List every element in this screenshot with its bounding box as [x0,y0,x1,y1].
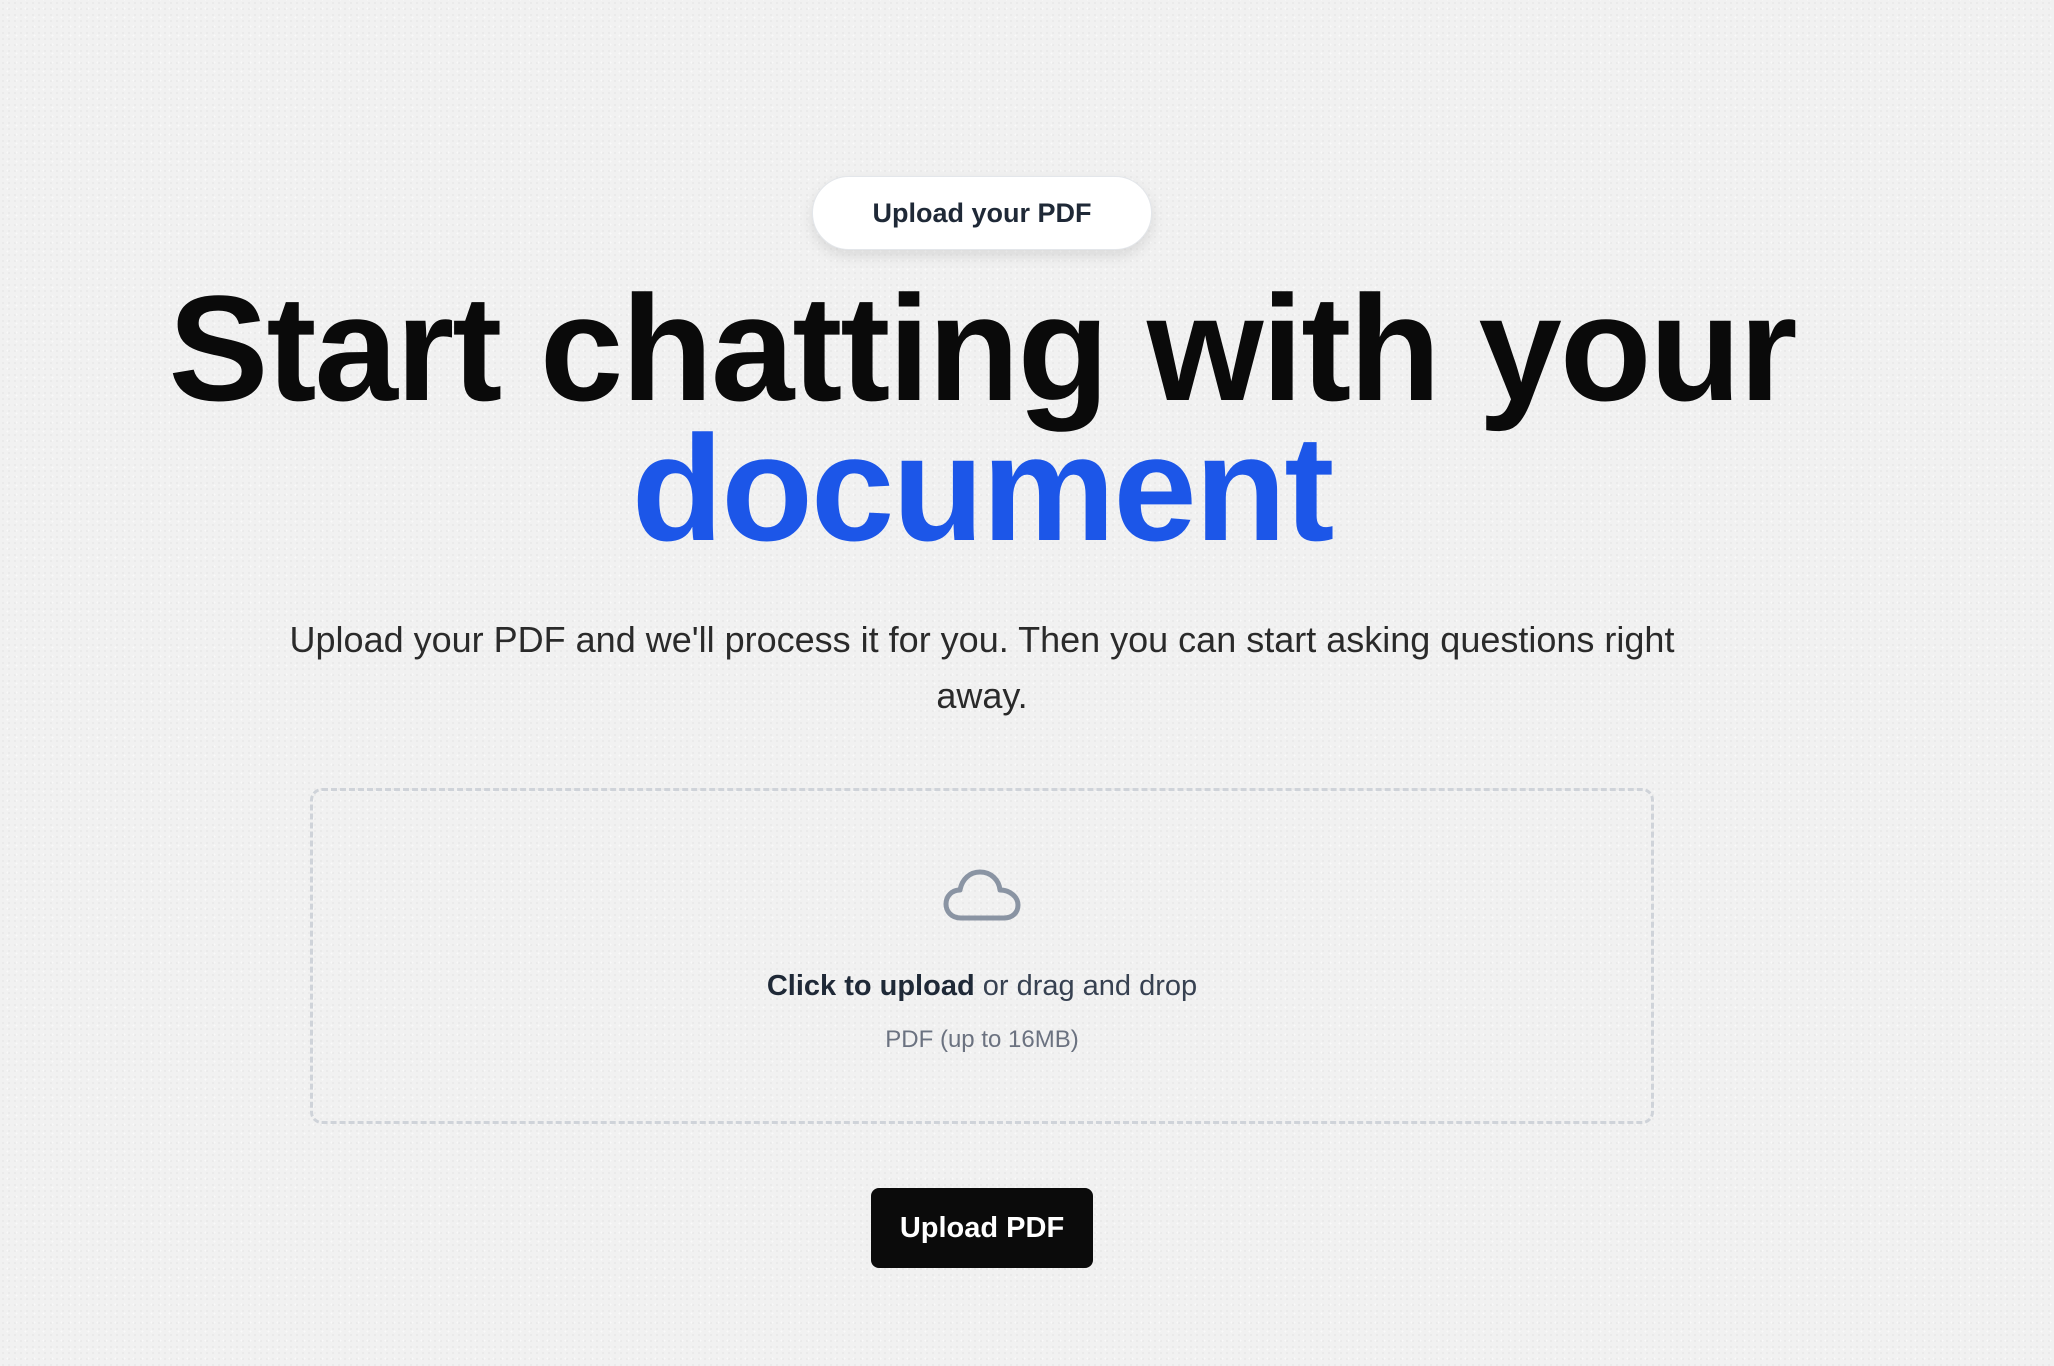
badge-label: Upload your PDF [872,197,1092,228]
upload-pdf-button[interactable]: Upload PDF [871,1188,1093,1268]
drag-drop-text: or drag and drop [974,970,1198,1002]
file-dropzone[interactable] [310,788,1654,1124]
page-subtitle: Upload your PDF and we'll process it for… [289,619,1675,716]
file-type-hint: PDF (up to 16MB) [885,1026,1079,1053]
upload-your-pdf-badge[interactable]: Upload your PDF [812,176,1152,250]
dropzone-instructions: Click to upload or drag and drop [310,966,1654,1006]
upload-pdf-button-label: Upload PDF [899,1211,1065,1244]
cloud-icon [943,868,1021,924]
page-title: Start chatting with your document [0,273,1964,563]
hero-section: Upload your PDF Start chatting with your… [0,0,1964,1366]
click-to-upload-link[interactable]: Click to upload [767,970,975,1002]
title-highlight: document [631,404,1335,572]
